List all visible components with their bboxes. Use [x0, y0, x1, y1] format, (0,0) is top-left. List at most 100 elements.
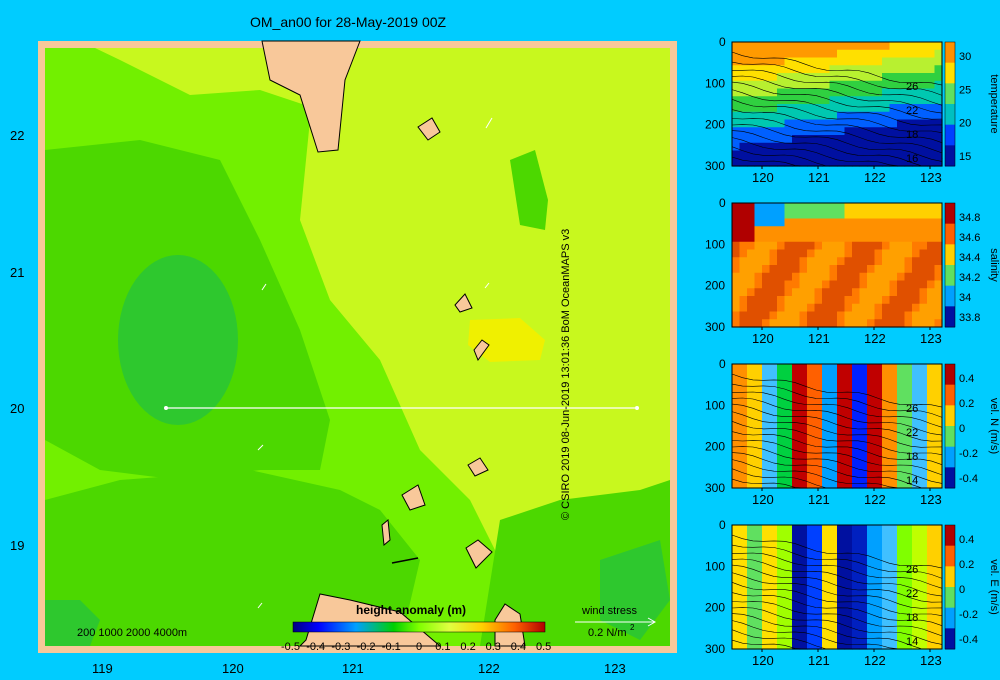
section-cell: [837, 65, 846, 74]
lon-tick: 122: [864, 653, 886, 668]
section-cell: [739, 119, 748, 128]
section-cell: [889, 234, 898, 243]
section-cell: [814, 418, 823, 427]
section-cell: [859, 587, 868, 596]
section-cell: [874, 364, 883, 373]
section-cell: [777, 571, 786, 580]
section-cell: [874, 379, 883, 388]
colorbar-tick: -0.4: [959, 634, 978, 646]
section-cell: [822, 618, 831, 627]
section-cell: [934, 303, 943, 313]
section-cell: [874, 625, 883, 635]
section-cell: [762, 441, 771, 450]
section-cell: [837, 540, 846, 549]
section-cell: [777, 379, 786, 388]
section-cell: [859, 464, 868, 474]
section-cell: [934, 249, 943, 258]
section-cell: [934, 203, 943, 212]
section-cell: [859, 226, 868, 235]
section-cell: [882, 433, 891, 443]
section-cell: [777, 272, 786, 282]
colorbar-segment: [945, 607, 955, 629]
section-cell: [822, 433, 831, 443]
colorbar-tick: -0.4: [959, 473, 978, 485]
section-cell: [829, 571, 838, 580]
section-cell: [867, 210, 876, 220]
section-cell: [919, 218, 928, 227]
section-cell: [822, 303, 831, 313]
section-cell: [859, 319, 868, 328]
section-cell: [777, 364, 786, 373]
section-cell: [829, 371, 838, 381]
section-cell: [934, 480, 943, 489]
colorbar-segment: [945, 62, 955, 84]
colorbar-segment: [945, 384, 955, 406]
section-cell: [807, 265, 816, 274]
section-cell: [837, 625, 846, 635]
section-cell: [874, 633, 883, 642]
section-cell: [852, 249, 861, 258]
section-cell: [852, 387, 861, 396]
section-cell: [927, 73, 936, 82]
colorbar-title: height anomaly (m): [356, 603, 466, 617]
section-cell: [814, 249, 823, 258]
section-cell: [777, 257, 786, 266]
section-cell: [859, 272, 868, 282]
section-cell: [844, 226, 853, 235]
section-cell: [739, 556, 748, 565]
section-cell: [867, 42, 876, 51]
colorbar-segment: [945, 628, 955, 650]
section-cell: [739, 80, 748, 90]
section-cell: [747, 280, 756, 289]
section-cell: [912, 57, 921, 66]
section-cell: [807, 457, 816, 466]
section-cell: [867, 150, 876, 159]
section-cell: [919, 610, 928, 619]
section-cell: [769, 127, 778, 136]
section-cell: [859, 257, 868, 266]
section-cell: [889, 602, 898, 611]
section-cell: [777, 433, 786, 443]
section-cell: [739, 296, 748, 305]
section-cell: [889, 210, 898, 220]
section-cell: [882, 472, 891, 481]
section-cell: [829, 387, 838, 396]
lon-tick: 120: [752, 170, 774, 185]
section-cell: [934, 119, 943, 128]
lon-tick: 121: [342, 661, 364, 676]
section-cell: [882, 532, 891, 542]
section-cell: [897, 571, 906, 580]
section-cell: [912, 234, 921, 243]
section-cell: [882, 272, 891, 282]
depth-tick: 200: [705, 118, 725, 132]
section-cell: [882, 65, 891, 74]
section-cell: [747, 158, 756, 167]
section-cell: [852, 65, 861, 74]
section-cell: [769, 296, 778, 305]
section-cell: [829, 203, 838, 212]
section-cell: [882, 104, 891, 113]
section-cell: [754, 234, 763, 243]
section-cell: [874, 65, 883, 74]
section-cell: [822, 57, 831, 66]
section-cell: [912, 49, 921, 59]
section-cell: [889, 49, 898, 59]
section-cell: [754, 42, 763, 51]
section-cell: [934, 464, 943, 474]
lon-tick: 121: [808, 170, 830, 185]
section-cell: [792, 272, 801, 282]
colorbar-segment: [945, 83, 955, 105]
depth-tick: 100: [705, 398, 725, 412]
section-cell: [784, 371, 793, 381]
section-cell: [867, 234, 876, 243]
section-cell: [889, 218, 898, 227]
section-cell: [889, 241, 898, 251]
section-cell: [882, 265, 891, 274]
section-cell: [837, 234, 846, 243]
section-cell: [844, 265, 853, 274]
section-cell: [777, 241, 786, 251]
section-cell: [784, 249, 793, 258]
section-cell: [889, 257, 898, 266]
section-cell: [934, 548, 943, 557]
section-cell: [897, 49, 906, 59]
